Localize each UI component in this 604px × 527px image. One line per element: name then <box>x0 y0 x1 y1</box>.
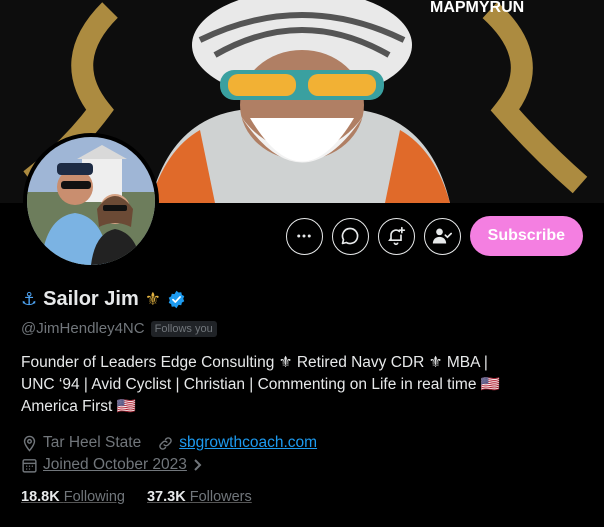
followers-label: Followers <box>189 489 252 505</box>
display-name: Sailor Jim <box>43 288 139 310</box>
following-label: Following <box>63 489 125 505</box>
more-options-button[interactable] <box>285 217 323 255</box>
bio-line: Founder of Leaders Edge Consulting ⚜ Ret… <box>21 354 488 371</box>
chevron-right-icon <box>194 459 202 471</box>
avatar[interactable] <box>23 133 159 269</box>
verified-badge-icon[interactable] <box>167 290 186 309</box>
follow-stats: 18.8K Following 37.3K Followers <box>21 489 252 505</box>
website[interactable]: sbgrowthcoach.com <box>157 434 317 452</box>
more-icon <box>297 234 311 238</box>
handle-row: @JimHendley4NC Follows you <box>21 320 217 337</box>
user-check-icon <box>432 228 453 244</box>
following-link[interactable]: 18.8K Following <box>21 489 125 505</box>
following-button[interactable] <box>423 217 461 255</box>
location-pin-icon <box>23 435 36 452</box>
notifications-button[interactable] <box>377 217 415 255</box>
bio-line: UNC ‘94 | Avid Cyclist | Christian | Com… <box>21 376 501 393</box>
bio-line: America First 🇺🇸 <box>21 398 136 415</box>
joined-text[interactable]: Joined October 2023 <box>43 456 187 474</box>
website-link[interactable]: sbgrowthcoach.com <box>179 434 317 452</box>
location-text: Tar Heel State <box>43 434 142 451</box>
profile-actions: Subscribe <box>285 216 583 256</box>
follows-you-badge: Follows you <box>150 320 217 337</box>
followers-count: 37.3K <box>146 489 186 505</box>
bio: Founder of Leaders Edge Consulting ⚜ Ret… <box>21 352 586 418</box>
followers-link[interactable]: 37.3K Followers <box>147 489 252 505</box>
message-button[interactable] <box>331 217 369 255</box>
bell-plus-icon <box>388 226 406 246</box>
fleur-de-lis-emoji: ⚜ <box>144 289 161 310</box>
profile-meta: Tar Heel State sbgrowthcoach.com Joined … <box>21 432 327 476</box>
anchor-emoji: ⚓ <box>21 289 38 310</box>
joined-date[interactable]: Joined October 2023 <box>21 456 204 474</box>
subscribe-button[interactable]: Subscribe <box>469 216 583 256</box>
avatar-photo <box>27 137 155 265</box>
banner-watermark: MAPMYRUN <box>430 0 524 16</box>
message-bubble-icon <box>341 227 359 245</box>
link-icon <box>159 436 172 450</box>
location: Tar Heel State <box>21 434 141 452</box>
calendar-icon <box>22 458 37 473</box>
following-count: 18.8K <box>21 489 60 505</box>
handle: @JimHendley4NC <box>21 320 145 337</box>
display-name-row: ⚓ Sailor Jim ⚜ <box>21 288 186 311</box>
